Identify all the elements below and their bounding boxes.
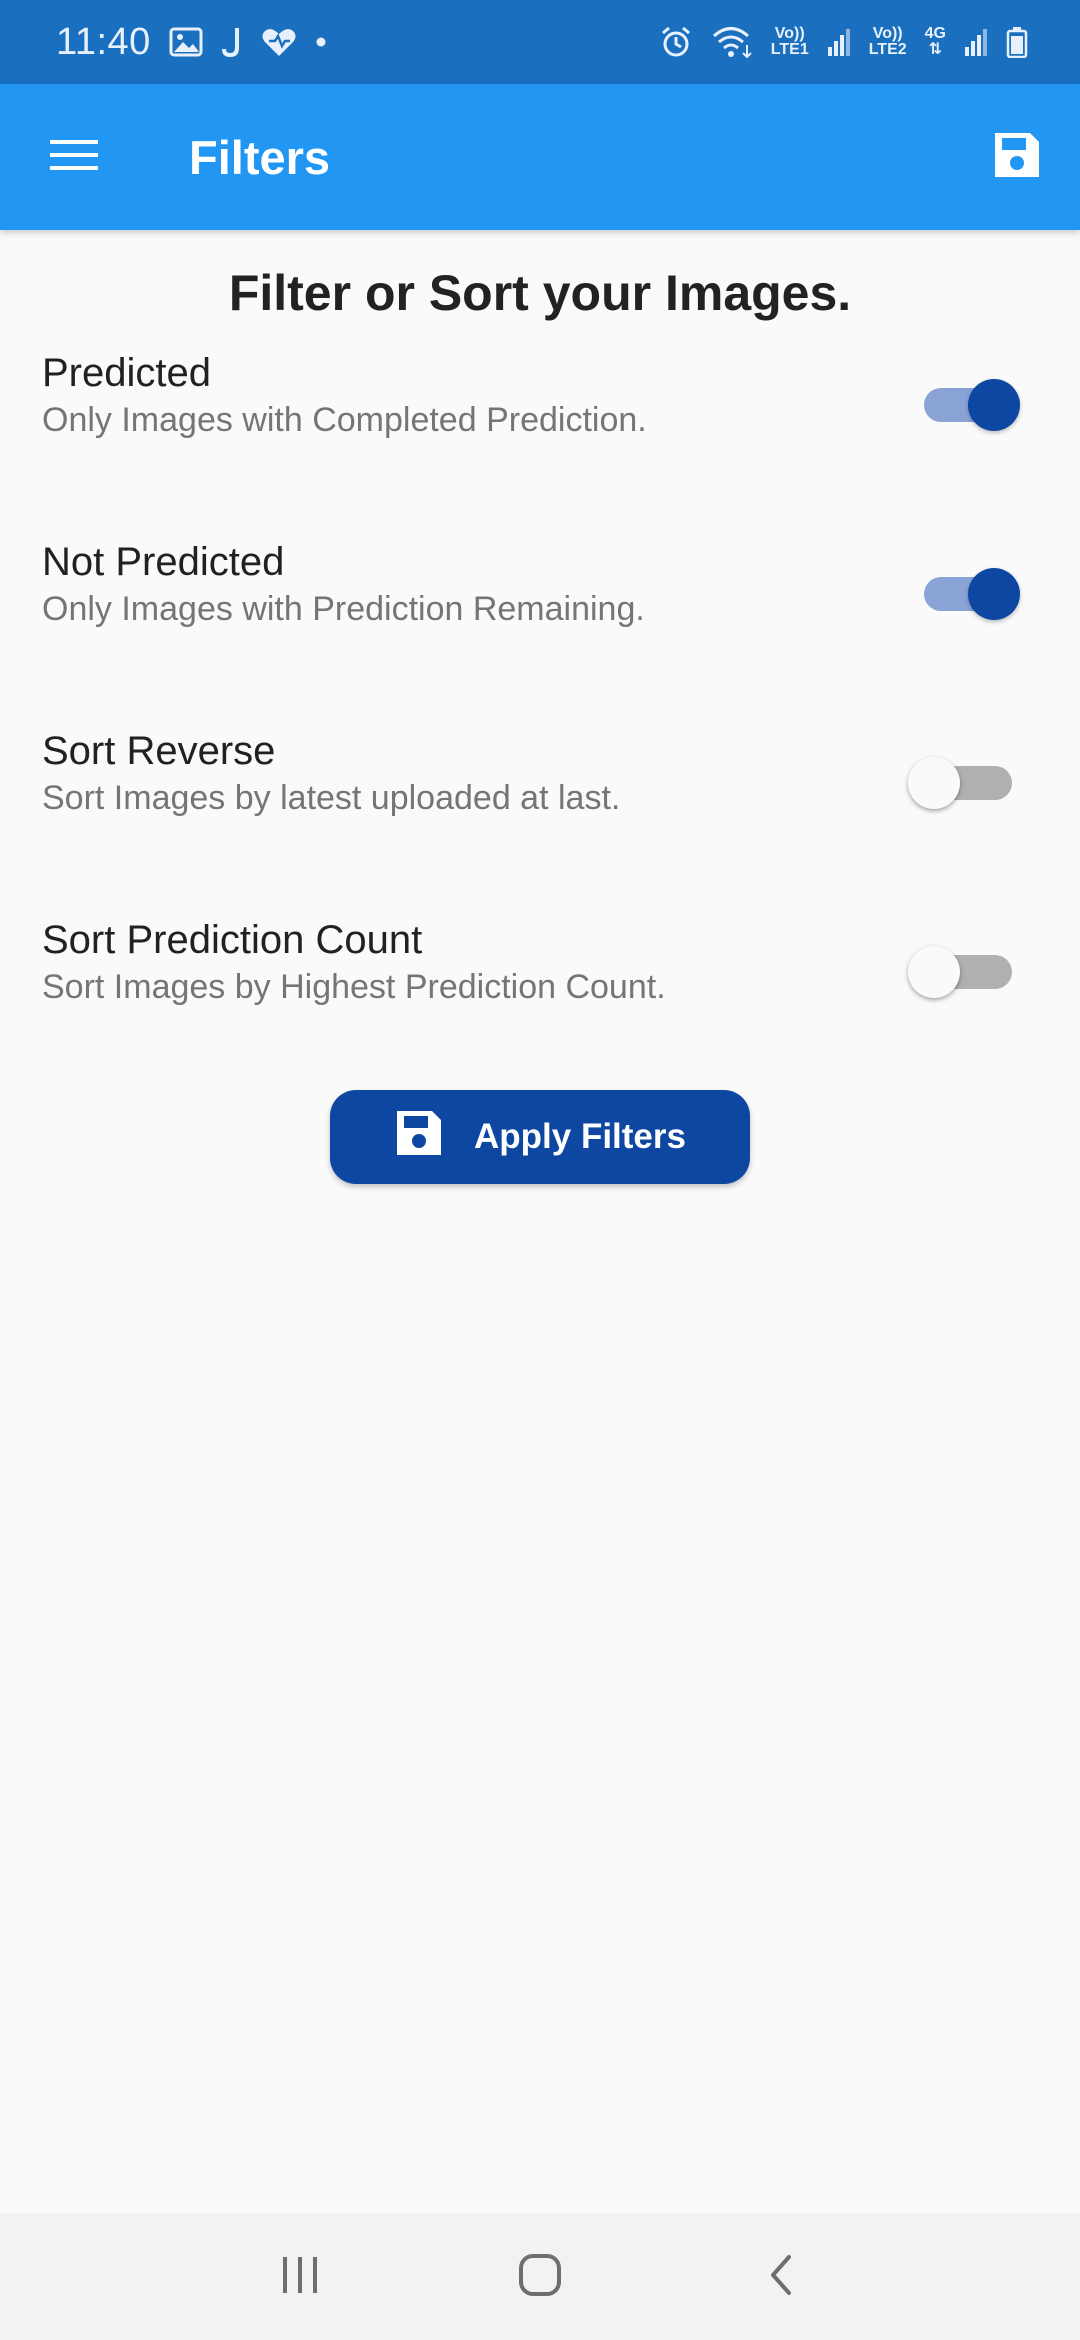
app-title: Filters: [189, 130, 331, 184]
apply-filters-label: Apply Filters: [474, 1117, 686, 1156]
wifi-icon: [711, 25, 753, 59]
sort-reverse-toggle[interactable]: [908, 750, 1012, 810]
j-app-icon: [221, 26, 243, 58]
status-left: 11:40: [56, 21, 327, 64]
sim1-label-top: Vo)): [774, 25, 805, 42]
content: Filter or Sort your Images. Predicted On…: [0, 230, 1080, 1184]
filter-list: Predicted Only Images with Completed Pre…: [0, 334, 1080, 1090]
toggle-thumb: [968, 379, 1020, 431]
alarm-icon: [659, 25, 693, 59]
filter-not-predicted[interactable]: Not Predicted Only Images with Predictio…: [0, 523, 1080, 712]
filter-predicted[interactable]: Predicted Only Images with Completed Pre…: [0, 334, 1080, 523]
toggle-thumb: [968, 568, 1020, 620]
filter-sort-prediction-count[interactable]: Sort Prediction Count Sort Images by Hig…: [0, 901, 1080, 1090]
hamburger-icon: [50, 138, 98, 177]
signal-icon: [964, 27, 988, 57]
page-heading: Filter or Sort your Images.: [228, 265, 852, 321]
not-predicted-toggle[interactable]: [916, 561, 1020, 621]
app-bar: Filters: [0, 84, 1080, 230]
sim2-label: Vo)) LTE2: [869, 26, 907, 58]
status-bar: 11:40 Vo)) LTE1 Vo)) LTE2 4G ⇅: [0, 0, 1080, 84]
network-type: 4G ⇅: [924, 25, 946, 58]
heart-icon: [261, 26, 297, 58]
screen: 11:40 Vo)) LTE1 Vo)) LTE2 4G ⇅ Filters F…: [0, 0, 1080, 2340]
save-icon: [394, 1108, 444, 1167]
menu-button[interactable]: [37, 120, 111, 194]
dot-icon: [315, 36, 327, 48]
sim1-label: Vo)) LTE1: [771, 26, 809, 58]
gallery-icon: [169, 27, 203, 57]
battery-icon: [1006, 26, 1028, 58]
toggle-thumb: [908, 946, 960, 998]
home-icon: [517, 2252, 563, 2303]
recents-button[interactable]: [250, 2227, 350, 2327]
status-right: Vo)) LTE1 Vo)) LTE2 4G ⇅: [659, 25, 1028, 59]
sim2-label-top: Vo)): [872, 25, 903, 42]
filter-sort-reverse[interactable]: Sort Reverse Sort Images by latest uploa…: [0, 712, 1080, 901]
apply-wrap: Apply Filters: [0, 1090, 1080, 1184]
network-type-label: 4G: [924, 25, 946, 42]
sim1-label-bottom: LTE1: [770, 41, 809, 58]
sim2-label-bottom: LTE2: [868, 41, 907, 58]
predicted-toggle[interactable]: [916, 372, 1020, 432]
back-icon: [765, 2253, 795, 2302]
toggle-thumb: [908, 757, 960, 809]
home-button[interactable]: [490, 2227, 590, 2327]
nav-bar: [0, 2214, 1080, 2340]
back-button[interactable]: [730, 2227, 830, 2327]
sort-prediction-count-toggle[interactable]: [908, 939, 1012, 999]
save-button[interactable]: [980, 120, 1054, 194]
recents-icon: [278, 2255, 322, 2300]
status-time: 11:40: [56, 20, 151, 63]
apply-filters-button[interactable]: Apply Filters: [330, 1090, 750, 1184]
signal-icon: [827, 27, 851, 57]
save-icon: [992, 130, 1042, 185]
